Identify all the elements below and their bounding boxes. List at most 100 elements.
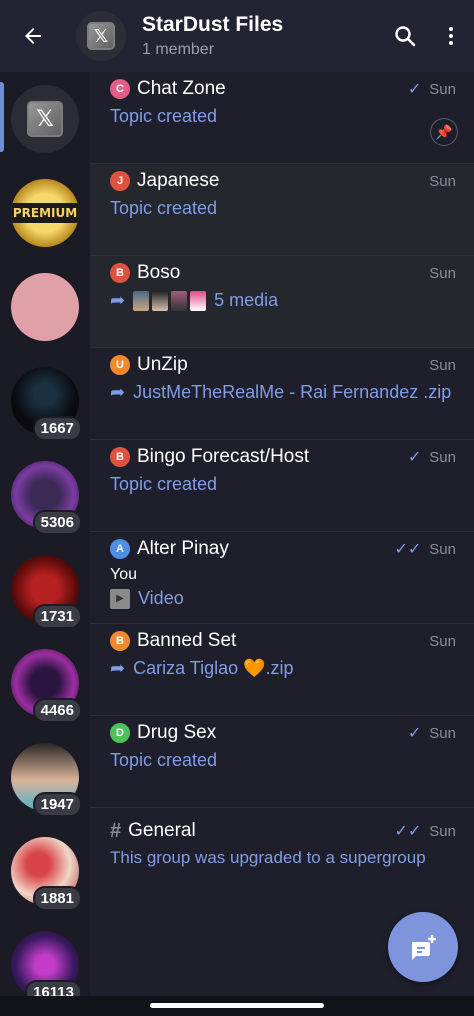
unread-badge: 1731 (32, 604, 82, 629)
page-title: StarDust Files (142, 13, 284, 36)
read-check-icon: ✓✓ (394, 823, 422, 840)
new-topic-icon (412, 935, 436, 960)
topic-title: Boso (137, 262, 181, 283)
sidebar-item-x[interactable]: 𝕏 (0, 72, 90, 166)
media-thumbnail (190, 290, 207, 311)
forward-icon: ➦ (110, 382, 126, 402)
topic-preview: This group was upgraded to a supergroup (110, 848, 426, 867)
topic-preview: Cariza Tiglao 🧡.zip (133, 658, 294, 678)
topic-time: Sun (429, 822, 456, 840)
topic-icon: B (110, 263, 130, 283)
sidebar-item-girl[interactable]: 1947 (0, 730, 90, 824)
sidebar-item-purple[interactable]: 5306 (0, 448, 90, 542)
member-count: 1 member (142, 41, 215, 58)
topic-preview: Topic created (110, 198, 218, 218)
pin-icon: 📌 (430, 118, 458, 146)
read-check-icon: ✓✓ (394, 541, 422, 558)
topic-preview: JustMeTheRealMe - Rai Fernandez .zip (133, 382, 452, 402)
topic-row-banned-set[interactable]: B Banned Set Sun ➦ Cariza Tiglao 🧡.zip (90, 624, 474, 716)
topic-preview: Video (138, 588, 184, 608)
topic-row-alter-pinay[interactable]: A Alter Pinay ✓✓ Sun You ▶ Video (90, 532, 474, 624)
forward-icon: ➦ (110, 290, 126, 310)
premium-badge-icon: PREMIUM (11, 203, 79, 223)
hash-icon: # (110, 819, 122, 842)
avatar: PREMIUM (11, 179, 79, 247)
sidebar-item-pink[interactable] (0, 260, 90, 354)
search-icon (395, 26, 416, 47)
topic-icon: D (110, 723, 130, 743)
topic-preview: Topic created (110, 474, 218, 494)
video-thumbnail: ▶ (110, 588, 130, 609)
topic-row-general[interactable]: # General ✓✓ Sun This group was upgraded… (90, 808, 474, 928)
home-gesture-handle[interactable] (150, 1003, 324, 1008)
topic-title: UnZip (137, 354, 188, 375)
more-menu-button[interactable] (428, 0, 474, 72)
sidebar-item-neon[interactable]: 16113 (0, 918, 90, 996)
topic-icon: J (110, 171, 130, 191)
topic-preview: Topic created (110, 106, 218, 126)
topic-row-drug-sex[interactable]: D Drug Sex ✓ Sun Topic created (90, 716, 474, 808)
topic-time: Sun (429, 448, 456, 466)
topic-time: Sun (429, 264, 456, 282)
unread-badge: 5306 (32, 510, 82, 535)
sent-check-icon: ✓ (407, 449, 422, 466)
unread-badge: 16113 (25, 980, 82, 996)
topic-row-bingo[interactable]: B Bingo Forecast/Host ✓ Sun Topic create… (90, 440, 474, 532)
topic-list: C Chat Zone ✓ Sun Topic created 📌 J Japa… (90, 72, 474, 996)
topic-row-unzip[interactable]: U UnZip Sun ➦ JustMeTheRealMe - Rai Fern… (90, 348, 474, 440)
sidebar-item-candy[interactable]: 1667 (0, 354, 90, 448)
topic-preview: Topic created (110, 750, 218, 770)
search-button[interactable] (382, 0, 428, 72)
topic-time: Sun (429, 80, 456, 98)
unread-badge: 1947 (32, 792, 82, 817)
topic-icon: B (110, 447, 130, 467)
sidebar-item-premium[interactable]: PREMIUM (0, 166, 90, 260)
topic-title: Bingo Forecast/Host (137, 446, 310, 467)
topic-preview: 5 media (214, 290, 279, 310)
more-vertical-icon (449, 27, 453, 45)
topic-title: Japanese (137, 170, 220, 191)
chats-sidebar: 𝕏 PREMIUM 1667 5306 1731 4466 1947 1881 … (0, 72, 90, 996)
topic-row-chat-zone[interactable]: C Chat Zone ✓ Sun Topic created 📌 (90, 72, 474, 164)
topic-time: Sun (429, 172, 456, 190)
unread-badge: 1881 (32, 886, 82, 911)
unread-badge: 1667 (32, 416, 82, 441)
x-logo-icon: 𝕏 (27, 101, 63, 137)
x-logo-icon: 𝕏 (87, 22, 115, 50)
topic-icon: B (110, 631, 130, 651)
unread-badge: 4466 (32, 698, 82, 723)
topic-title: Chat Zone (137, 78, 226, 99)
sent-check-icon: ✓ (407, 725, 422, 742)
system-nav-bar (0, 996, 474, 1016)
topic-title: General (128, 820, 196, 841)
topic-icon: A (110, 539, 130, 559)
header-bar: 𝕏 StarDust Files 1 member (0, 0, 474, 72)
topic-icon: U (110, 355, 130, 375)
media-thumbnail (133, 290, 150, 311)
sidebar-item-red[interactable]: 1731 (0, 542, 90, 636)
topic-icon: C (110, 79, 130, 99)
sidebar-item-purple2[interactable]: 4466 (0, 636, 90, 730)
topic-row-japanese[interactable]: J Japanese Sun Topic created (90, 164, 474, 256)
topic-time: Sun (429, 356, 456, 374)
sent-check-icon: ✓ (407, 81, 422, 98)
new-topic-button[interactable] (388, 912, 458, 982)
sidebar-item-flowers[interactable]: 1881 (0, 824, 90, 918)
topic-title: Alter Pinay (137, 538, 229, 559)
avatar (11, 273, 79, 341)
arrow-left-icon (25, 28, 41, 44)
group-avatar[interactable]: 𝕏 (76, 11, 126, 61)
forward-icon: ➦ (110, 658, 126, 678)
media-thumbnail (152, 290, 169, 311)
avatar: 𝕏 (11, 85, 79, 153)
topic-time: Sun (429, 540, 456, 558)
topic-time: Sun (429, 724, 456, 742)
title-block[interactable]: StarDust Files 1 member (142, 13, 382, 59)
topic-title: Banned Set (137, 630, 237, 651)
topic-title: Drug Sex (137, 722, 217, 743)
back-button[interactable] (0, 0, 66, 72)
topic-time: Sun (429, 632, 456, 650)
topic-row-boso[interactable]: B Boso Sun ➦ 5 media (90, 256, 474, 348)
media-thumbnail (171, 290, 188, 311)
message-sender: You (110, 566, 137, 583)
